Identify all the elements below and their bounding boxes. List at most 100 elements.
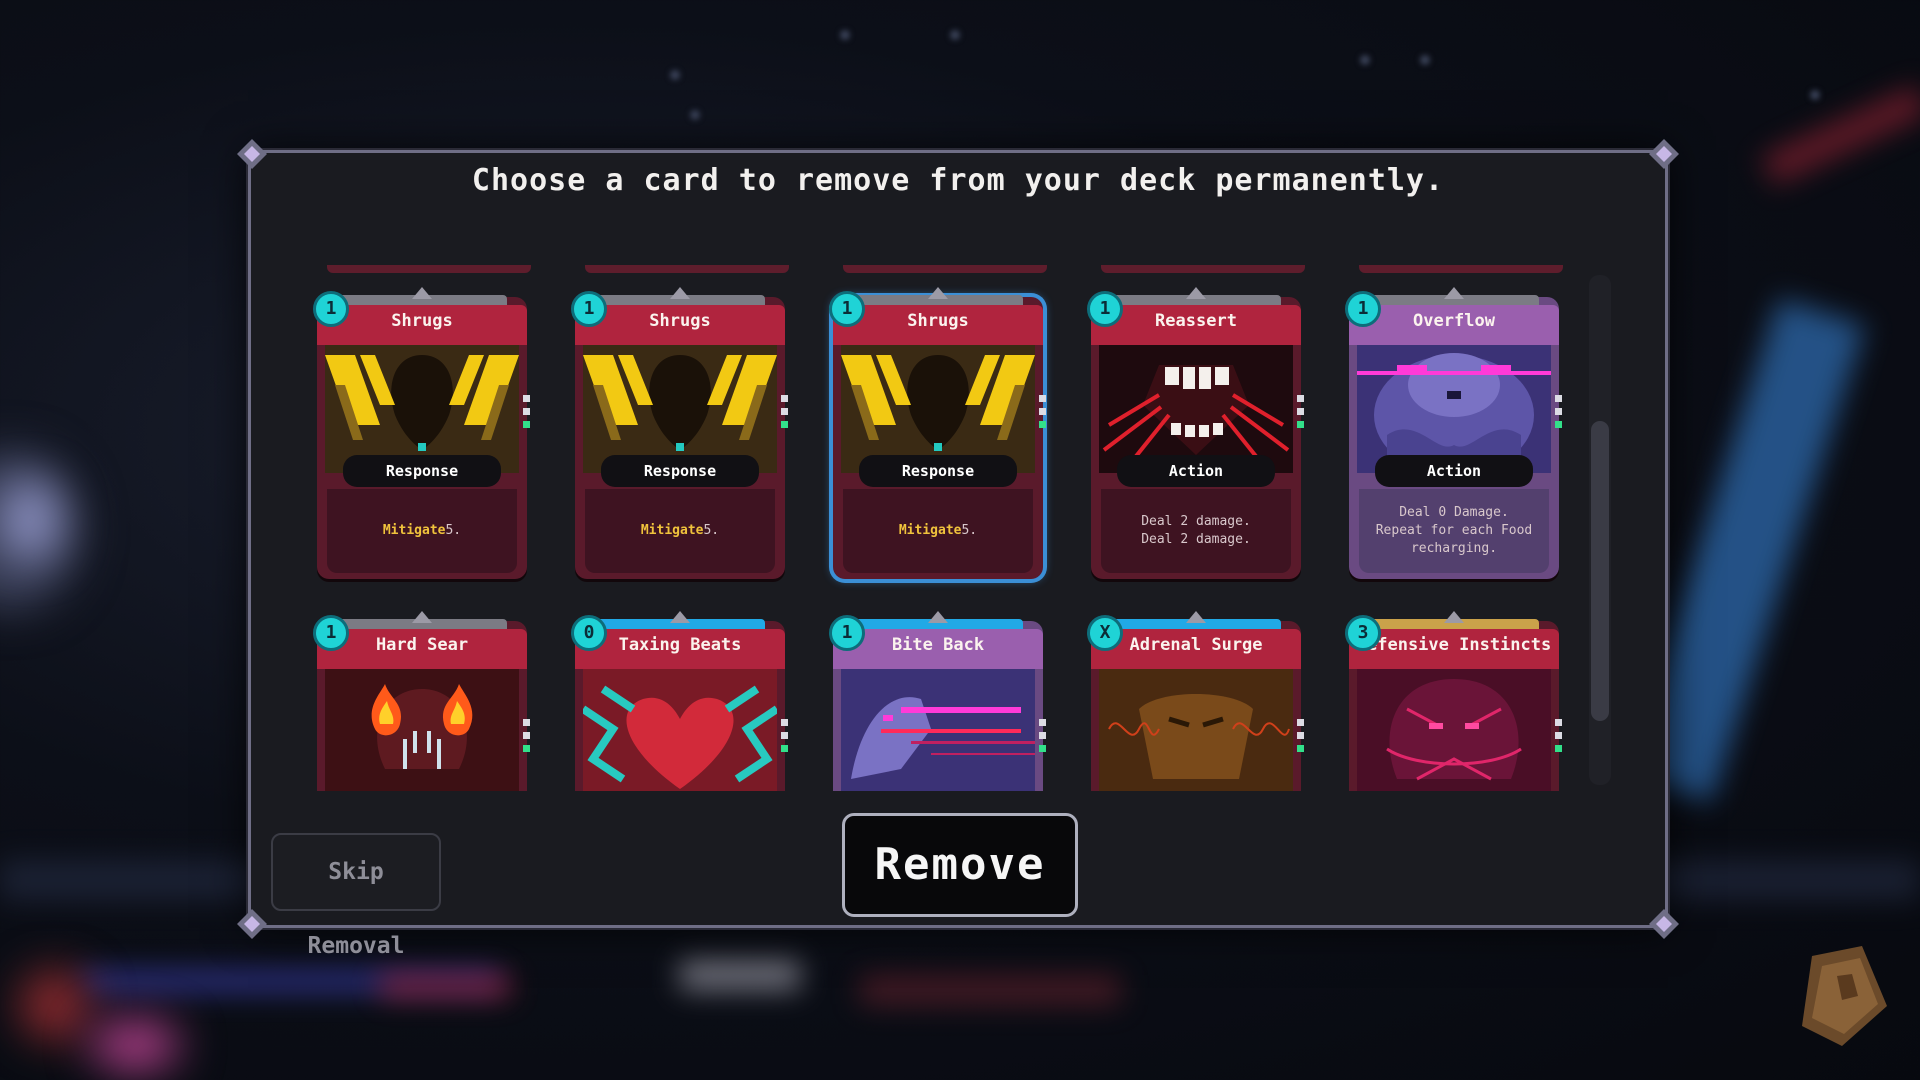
card-grid[interactable]: Shrugs 1 Response Mitigate 5. Shrugs 1 R… (313, 265, 1563, 791)
card-description-text: 5. (961, 523, 978, 538)
cost-gem-icon: 1 (313, 615, 349, 651)
keyword-mitigate: Mitigate (640, 523, 704, 538)
card-name: Shrugs (649, 311, 711, 331)
card-name: Hard Sear (375, 635, 469, 655)
card-edge-previous-row (1101, 265, 1305, 273)
card-bite-back[interactable]: Bite Back 1 (829, 607, 1047, 791)
card-edge-previous-row (1359, 265, 1563, 273)
card-art-flames (325, 669, 519, 791)
card-name: Shrugs (391, 311, 453, 331)
card-overflow[interactable]: Overflow 1 Action Deal 0 Damage. Repeat … (1345, 283, 1563, 583)
card-description-text: 5. (445, 523, 462, 538)
card-description: Mitigate 5. (327, 489, 517, 573)
card-crest-icon (928, 287, 948, 299)
bg-star (1420, 55, 1430, 65)
card-hard-sear[interactable]: Hard Sear 1 (313, 607, 531, 791)
remove-button[interactable]: Remove (842, 813, 1078, 917)
bg-star (840, 30, 850, 40)
card-shrugs[interactable]: Shrugs 1 Response Mitigate 5. (313, 283, 531, 583)
corner-ornament-icon (235, 907, 269, 941)
card-description: Deal 2 damage. Deal 2 damage. (1101, 489, 1291, 573)
card-crest-icon (1186, 287, 1206, 299)
card-name: Adrenal Surge (1129, 635, 1263, 655)
bg-shape (860, 975, 1120, 1005)
card-art-fangs (1099, 345, 1293, 473)
card-type: Response (601, 455, 759, 487)
card-type: Response (859, 455, 1017, 487)
card-side-pips (523, 395, 531, 434)
card-crest-icon (670, 611, 690, 623)
card-art-shrug (325, 345, 519, 473)
cost-gem-icon: 1 (313, 291, 349, 327)
card-description: Mitigate 5. (843, 489, 1033, 573)
card-type: Action (1375, 455, 1533, 487)
card-side-pips (781, 719, 789, 758)
card-art-shrug (583, 345, 777, 473)
bg-star (950, 30, 960, 40)
cost-gem-icon: 1 (1345, 291, 1381, 327)
card-name: Defensive Instincts (1356, 635, 1552, 655)
cost-gem-icon: 1 (829, 291, 865, 327)
card-crest-icon (928, 611, 948, 623)
card-crest-icon (670, 287, 690, 299)
bg-star (690, 110, 700, 120)
bg-shape (680, 960, 800, 990)
card-side-pips (1297, 395, 1305, 434)
remove-card-dialog: Choose a card to remove from your deck p… (237, 139, 1679, 959)
cost-gem-icon: 1 (829, 615, 865, 651)
card-art-beast (1099, 669, 1293, 791)
card-art-shrug (841, 345, 1035, 473)
card-art-heart (583, 669, 777, 791)
corner-ornament-icon (1647, 907, 1681, 941)
card-name: Bite Back (891, 635, 985, 655)
bg-star (670, 70, 680, 80)
card-art-wolf (841, 669, 1035, 791)
card-side-pips (523, 719, 531, 758)
card-crest-icon (412, 611, 432, 623)
card-side-pips (1039, 395, 1047, 434)
card-reassert[interactable]: Reassert 1 Action Deal 2 damage. Deal 2 … (1087, 283, 1305, 583)
bg-star (1360, 55, 1370, 65)
skip-removal-button[interactable]: Skip Removal (271, 833, 441, 959)
card-edge-previous-row (585, 265, 789, 273)
card-crest-icon (412, 287, 432, 299)
card-crest-icon (1444, 287, 1464, 299)
card-description-text: 5. (703, 523, 720, 538)
keyword-mitigate: Mitigate (382, 523, 446, 538)
card-side-pips (1039, 719, 1047, 758)
card-shrugs[interactable]: Shrugs 1 Response Mitigate 5. (571, 283, 789, 583)
cost-gem-icon: X (1087, 615, 1123, 651)
bg-streak (1761, 85, 1920, 185)
card-crest-icon (1186, 611, 1206, 623)
card-crest-icon (1444, 611, 1464, 623)
bg-shape (20, 970, 90, 1040)
bg-shape (0, 480, 60, 560)
card-name: Overflow (1413, 311, 1495, 331)
card-side-pips (1297, 719, 1305, 758)
cost-gem-icon: 1 (571, 291, 607, 327)
bg-star (1810, 90, 1820, 100)
card-name: Reassert (1155, 311, 1237, 331)
cost-gem-icon: 3 (1345, 615, 1381, 651)
card-edge-previous-row (843, 265, 1047, 273)
card-edge-previous-row (327, 265, 531, 273)
card-description: Deal 0 Damage. Repeat for each Food rech… (1359, 489, 1549, 573)
bg-shape (90, 1020, 180, 1070)
keyword-mitigate: Mitigate (898, 523, 962, 538)
dialog-title: Choose a card to remove from your deck p… (471, 163, 1445, 198)
card-side-pips (1555, 719, 1563, 758)
card-shrugs-selected[interactable]: Shrugs 1 Response Mitigate 5. (829, 283, 1047, 583)
cost-gem-icon: 0 (571, 615, 607, 651)
card-adrenal-surge[interactable]: Adrenal Surge X (1087, 607, 1305, 791)
card-taxing-beats[interactable]: Taxing Beats 0 (571, 607, 789, 791)
card-name: Shrugs (907, 311, 969, 331)
scrollbar-thumb[interactable] (1591, 421, 1609, 721)
card-side-pips (1555, 395, 1563, 434)
card-art-creature (1357, 345, 1551, 473)
card-description: Mitigate 5. (585, 489, 775, 573)
card-art-demon (1357, 669, 1551, 791)
cost-gem-icon: 1 (1087, 291, 1123, 327)
card-defensive-instincts[interactable]: Defensive Instincts 3 (1345, 607, 1563, 791)
card-side-pips (781, 395, 789, 434)
backpack-icon[interactable] (1782, 936, 1902, 1056)
